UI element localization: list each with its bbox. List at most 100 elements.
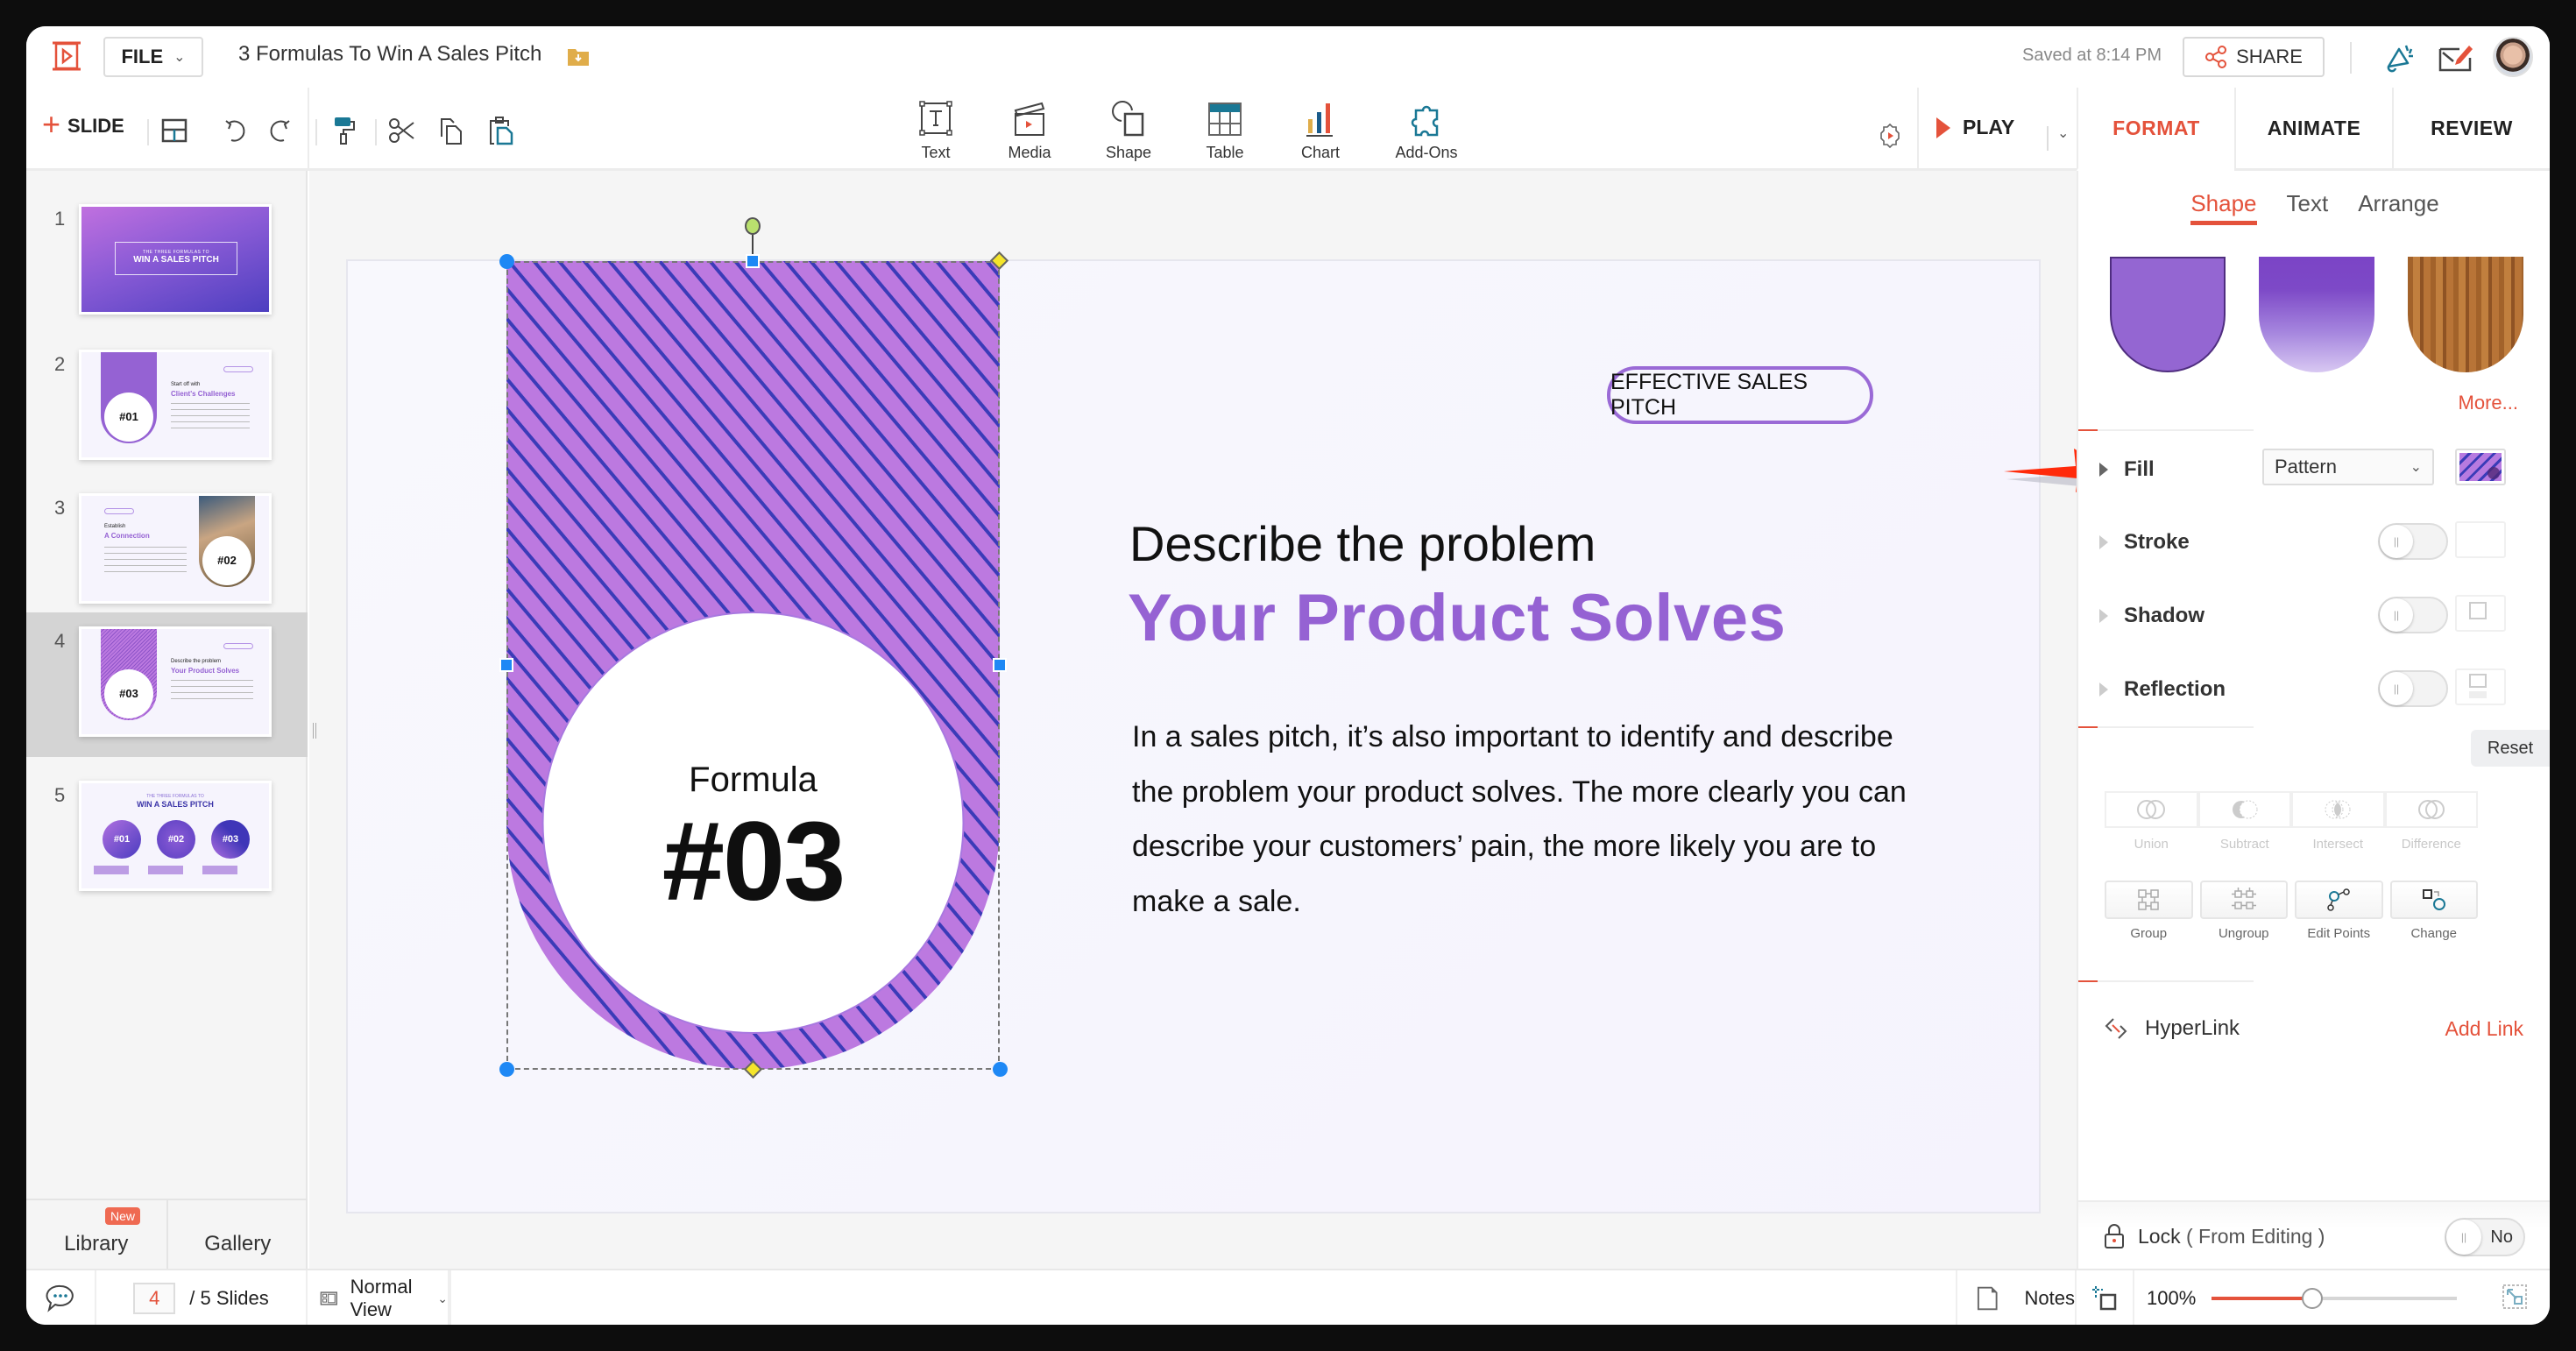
thumb-kicker: THE THREE FORMULAS TO (146, 794, 204, 799)
shadow-toggle[interactable]: || (2378, 597, 2448, 633)
insert-text-button[interactable]: Text (896, 100, 975, 162)
slideshow-settings-icon[interactable] (1877, 123, 1903, 149)
file-menu-button[interactable]: FILE ⌄ (103, 37, 203, 77)
union-button[interactable] (2105, 791, 2198, 828)
subtab-shape[interactable]: Shape (2190, 190, 2257, 225)
preset-gradient-purple[interactable] (2259, 257, 2374, 372)
shadow-style-box[interactable] (2455, 595, 2506, 632)
add-link-button[interactable]: Add Link (2445, 1017, 2523, 1041)
slide-thumbnail-row[interactable]: 5 THE THREE FORMULAS TO WIN A SALES PITC… (26, 767, 308, 907)
slide-body-text[interactable]: In a sales pitch, it’s also important to… (1132, 710, 1921, 929)
stroke-color-swatch[interactable] (2455, 521, 2506, 558)
library-tab[interactable]: Library New (26, 1200, 166, 1269)
slide-thumbnail[interactable]: #01 Start off with Client's Challenges (79, 350, 272, 460)
slide-heading[interactable]: Your Product Solves (1128, 580, 1786, 656)
edit-points-button[interactable] (2295, 881, 2383, 919)
tab-animate[interactable]: ANIMATE (2234, 88, 2392, 171)
formula-number[interactable]: #03 (506, 797, 1000, 926)
tab-review[interactable]: REVIEW (2392, 88, 2550, 171)
reflection-toggle[interactable]: || (2378, 670, 2448, 707)
lock-toggle[interactable]: || No (2445, 1218, 2525, 1256)
presentation-play-icon[interactable] (51, 40, 82, 72)
insert-chart-button[interactable]: Chart (1281, 100, 1360, 162)
slide-thumbnail-row[interactable]: 3 #02 Establish A Connection (26, 479, 308, 619)
expand-triangle-icon[interactable] (2099, 535, 2108, 549)
change-shape-button[interactable] (2389, 881, 2478, 919)
cut-scissors-icon[interactable] (387, 116, 417, 145)
undo-icon[interactable] (221, 116, 251, 145)
expand-triangle-icon[interactable] (2099, 683, 2108, 697)
play-button[interactable]: PLAY (1936, 116, 2014, 139)
slide-thumbnail-row[interactable]: 2 #01 Start off with Client's Challenges (26, 336, 308, 476)
insert-media-button[interactable]: Media (990, 100, 1069, 162)
stroke-toggle[interactable]: || (2378, 523, 2448, 560)
copy-icon[interactable] (436, 116, 466, 145)
resize-handle-bottom-left[interactable] (499, 1062, 514, 1077)
header-divider (2350, 42, 2352, 74)
zoom-slider-knob[interactable] (2301, 1288, 2323, 1309)
gallery-tab[interactable]: Gallery (166, 1200, 308, 1269)
effective-sales-pitch-pill[interactable]: EFFECTIVE SALES PITCH (1607, 366, 1873, 424)
intersect-button[interactable] (2291, 791, 2385, 828)
folder-download-icon[interactable] (567, 46, 590, 67)
panel-resize-handle[interactable] (313, 723, 316, 739)
fullscreen-expand-icon[interactable] (2502, 1284, 2527, 1309)
play-options-chevron-icon[interactable]: ⌄ (2057, 124, 2069, 142)
fit-to-window-button[interactable] (2077, 1270, 2134, 1325)
view-mode-select[interactable]: Normal View ⌄ (309, 1270, 449, 1325)
resize-handle-bottom-right[interactable] (993, 1062, 1008, 1077)
add-slide-button[interactable]: + SLIDE (42, 109, 124, 140)
announcement-megaphone-icon[interactable] (2383, 40, 2418, 75)
rotation-handle[interactable] (745, 217, 761, 235)
reset-button[interactable]: Reset (2471, 730, 2550, 767)
reflection-style-box[interactable] (2455, 668, 2506, 705)
preset-solid-purple[interactable] (2110, 257, 2226, 372)
expand-triangle-icon[interactable] (2099, 463, 2108, 477)
shadow-icon (2469, 602, 2487, 619)
fill-type-select[interactable]: Pattern ⌄ (2262, 449, 2434, 485)
feedback-mail-icon[interactable] (2438, 42, 2474, 74)
preset-wood-texture[interactable] (2408, 257, 2523, 372)
redo-icon[interactable] (265, 116, 294, 145)
ungroup-button[interactable] (2199, 881, 2288, 919)
insert-shape-button[interactable]: Shape (1089, 100, 1168, 162)
thumb-title: WIN A SALES PITCH (137, 800, 214, 809)
resize-handle-top[interactable] (746, 254, 760, 268)
subtab-arrange[interactable]: Arrange (2358, 190, 2439, 225)
slide-thumbnail[interactable]: #03 Describe the problem Your Product So… (79, 626, 272, 737)
tab-format[interactable]: FORMAT (2077, 88, 2234, 171)
selected-shape[interactable] (506, 261, 1000, 1070)
insert-addons-button[interactable]: Add-Ons (1387, 100, 1466, 162)
subtab-text[interactable]: Text (2287, 190, 2329, 225)
format-painter-icon[interactable] (329, 116, 359, 145)
resize-handle-left[interactable] (499, 658, 513, 672)
group-button[interactable] (2105, 881, 2193, 919)
current-page-input[interactable]: 4 (133, 1283, 176, 1314)
slide-editor[interactable]: Formula #03 EFFECTIVE SALES PITCH Descri… (348, 217, 2039, 1212)
expand-triangle-icon[interactable] (2099, 609, 2108, 623)
slide-number: 4 (54, 630, 66, 652)
zoom-slider[interactable] (2212, 1288, 2457, 1309)
difference-button[interactable] (2384, 791, 2478, 828)
slide-thumbnail[interactable]: #02 Establish A Connection (79, 493, 272, 604)
user-avatar[interactable] (2493, 37, 2533, 77)
paste-icon[interactable] (487, 116, 517, 145)
slide-thumbnail-row-active[interactable]: 4 #03 Describe the problem Your Product … (26, 612, 308, 757)
share-button[interactable]: SHARE (2183, 37, 2325, 77)
notes-button[interactable]: Notes (1956, 1270, 2077, 1325)
slide-subheading[interactable]: Describe the problem (1129, 515, 1596, 572)
formula-label[interactable]: Formula (506, 760, 1000, 800)
insert-table-button[interactable]: Table (1185, 100, 1264, 162)
resize-handle-right[interactable] (993, 658, 1007, 672)
slide-thumbnail[interactable]: THE THREE FORMULAS TO WIN A SALES PITCH (79, 204, 272, 315)
slide-thumbnail[interactable]: THE THREE FORMULAS TO WIN A SALES PITCH … (79, 781, 272, 891)
fill-pattern-swatch[interactable] (2455, 449, 2506, 485)
subtract-button[interactable] (2197, 791, 2291, 828)
layout-icon[interactable] (159, 116, 189, 145)
chevron-down-icon: ⌄ (2410, 460, 2422, 475)
document-title[interactable]: 3 Formulas To Win A Sales Pitch (238, 42, 541, 67)
more-presets-link[interactable]: More... (2459, 392, 2518, 414)
resize-handle-top-left[interactable] (499, 254, 514, 269)
comments-button[interactable] (26, 1270, 96, 1325)
slide-thumbnail-row[interactable]: 1 THE THREE FORMULAS TO WIN A SALES PITC… (26, 190, 308, 330)
